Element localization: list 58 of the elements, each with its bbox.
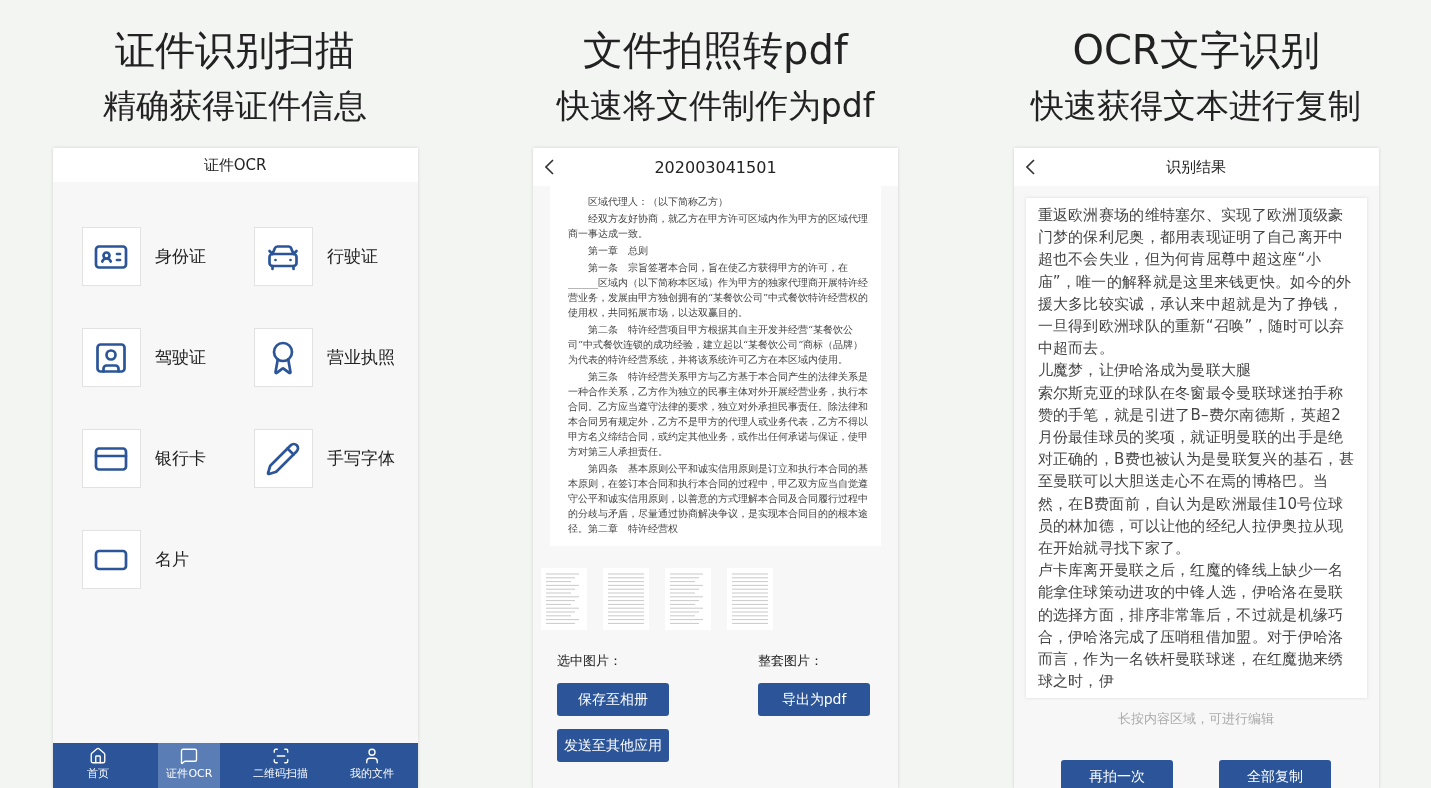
screen-title: 202003041501 (654, 157, 777, 177)
chat-icon (180, 747, 199, 765)
promo-headline: 文件拍照转pdf (583, 26, 848, 74)
page-thumbnail[interactable] (541, 568, 587, 630)
page-thumbnail[interactable] (665, 568, 711, 630)
document-type-tile[interactable] (253, 429, 313, 488)
recognized-paragraph: 卢卡库离开曼联之后，红魔的锋线上缺少一名能拿住球策动进攻的中锋人选，伊哈洛在曼联的选择方面，排序非常靠后，不过就是机缘巧合，伊哈洛完成了压哨租借加盟。对于伊哈洛而言，作为一名铁杆曼联球迷，在红魔抛来绣球之时，伊 (1037, 560, 1345, 693)
document-paragraph: 第一章 总则 (587, 244, 649, 258)
document-paragraph: 经双方友好协商，就乙方在甲方许可区域内作为甲方的区域代理商一事达成一致。 (568, 212, 869, 241)
document-type-tile[interactable] (81, 429, 141, 488)
action-button[interactable]: 保存至相册 (557, 683, 669, 716)
promo-headline: OCR文字识别 (1072, 26, 1320, 74)
document-type-label: 驾驶证 (154, 346, 206, 369)
section-label: 选中图片： (557, 652, 623, 670)
document-paragraph: 第一条 宗旨签署本合同，旨在使乙方获得甲方的许可，在______区域内（以下简称本区域）作为甲方的独家代理商开展特许经营业务，发展由甲方独创拥有的“某餐饮公司”中式餐饮特许经营权的使用权，共同拓展市场，以达双赢目的。 (568, 261, 869, 320)
document-type-label: 身份证 (154, 245, 206, 268)
recognized-paragraph: 索尔斯克亚的球队在冬窗最令曼联球迷拍手称赞的手笔，就是引进了B–费尔南德斯，英超2月份最佳球员的奖项，就证明曼联的出手是绝对正确的，B费也被认为是曼联复兴的基石，甚至曼联可以大胆送走心不在焉的博格巴。当然，在B费面前，自认为是欧洲最佳10号位球员的林加德，可以让他的经纪人拉伊奥拉从现在开始就寻找下家了。 (1037, 382, 1355, 560)
nav-tab[interactable]: 我的文件 (340, 743, 403, 788)
document-type-label: 营业执照 (326, 346, 395, 369)
screen-title: 证件OCR (203, 155, 267, 175)
nav-tab[interactable]: 证件OCR (158, 743, 221, 788)
action-button[interactable]: 全部复制 (1219, 760, 1332, 788)
page-thumbnail[interactable] (603, 568, 649, 630)
back-icon (1025, 159, 1035, 175)
recognized-paragraph: 重返欧洲赛场的维特塞尔、实现了欧洲顶级豪门梦的保利尼奥，都用表现证明了自己离开中超也不会失业，但为何肯屈尊中超这座“小庙”，唯一的解释就是这里来钱更快。如今的外援大多比较实诚，承认来中超就是为了挣钱，一旦得到欧洲球队的重新“召唤”，随时可以弃中超而去。 (1037, 205, 1353, 360)
action-button[interactable]: 再拍一次 (1060, 760, 1173, 788)
document-type-label: 银行卡 (154, 447, 206, 470)
back-icon (545, 159, 554, 175)
action-button[interactable]: 发送至其他应用 (557, 729, 669, 762)
back-button[interactable] (1025, 159, 1035, 175)
promo-subtitle: 快速获得文本进行复制 (1031, 85, 1361, 127)
hint-text: 长按内容区域，可进行编辑 (1117, 710, 1275, 729)
document-type-label: 名片 (154, 548, 189, 571)
document-type-label: 手写字体 (326, 447, 395, 470)
nav-tab[interactable]: 首页 (67, 743, 130, 788)
document-paragraph: 第三条 特许经营关系甲方与乙方基于本合同产生的法律关系是一种合作关系，乙方作为独立的民事主体对外开展经营业务，执行本合同。乙方应当遵守法律的要求，独立对外承担民事责任。除法律和本合同另有规定外，乙方不是甲方的代理人或业务代表，乙方不得以甲方名义缔结合同，或约定其他业务，或作出任何承诺与保证，使甲方对第三人承担责任。 (568, 370, 869, 459)
promo-subtitle: 精确获得证件信息 (103, 85, 367, 127)
nav-tab[interactable]: 二维码扫描 (249, 743, 312, 788)
document-type-tile[interactable] (81, 530, 141, 589)
recognized-paragraph: 儿魔梦，让伊哈洛成为曼联大腿 (1037, 360, 1253, 382)
back-button[interactable] (545, 159, 554, 175)
promo-subtitle: 快速将文件制作为pdf (556, 85, 875, 127)
promo-headline: 证件识别扫描 (115, 26, 355, 74)
action-button[interactable]: 导出为pdf (758, 683, 870, 716)
pencil-icon (265, 440, 301, 477)
document-paragraph: 第四条 基本原则公平和诚实信用原则是订立和执行本合同的基本原则，在签订本合同和执行本合同的过程中，甲乙双方应当自觉遵守公平和诚实信用原则，以善意的方式理解本合同及合同履行过程中的分歧与矛盾，尽量通过协商解决争议，是实现本合同目的的根本途径。第二章 特许经营权 (568, 462, 869, 536)
page-thumbnail[interactable] (727, 568, 773, 630)
document-type-tile[interactable] (81, 227, 141, 286)
document-type-tile[interactable] (253, 328, 313, 387)
section-label: 整套图片： (758, 652, 824, 670)
document-paragraph: 第二条 特许经营项目甲方根据其自主开发并经营“某餐饮公司”中式餐饮连锁的成功经验，建立起以“某餐饮公司”商标（品牌）为代表的特许经营系统，并将该系统许可乙方在本区域内使用。 (568, 323, 865, 367)
home-icon (89, 747, 108, 765)
document-type-tile[interactable] (81, 328, 141, 387)
scan-icon (271, 747, 290, 765)
screen-title: 识别结果 (1166, 157, 1226, 177)
document-type-tile[interactable] (253, 227, 313, 286)
document-type-label: 行驶证 (326, 245, 378, 268)
document-paragraph: 区域代理人：（以下简称乙方） (587, 195, 729, 209)
